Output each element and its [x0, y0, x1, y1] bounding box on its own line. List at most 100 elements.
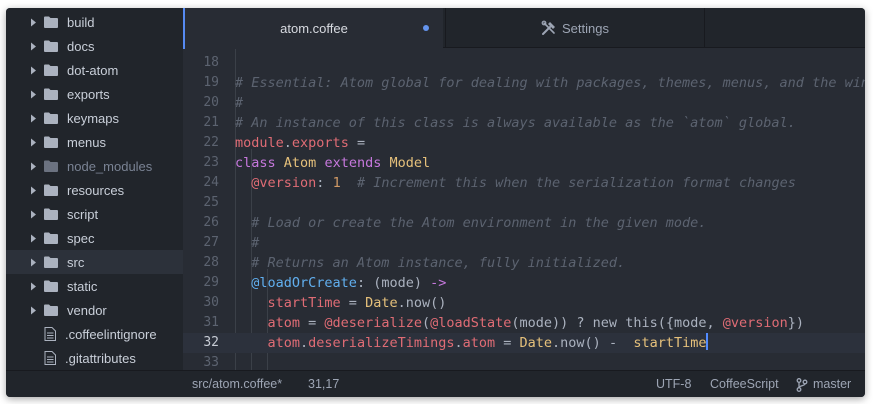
line-number[interactable]: 33 — [183, 353, 219, 370]
code-token: module — [235, 135, 284, 151]
tab-atom-coffee[interactable]: atom.coffee — [183, 8, 443, 49]
tree-item-keymaps[interactable]: keymaps — [6, 106, 183, 130]
code-token: . — [300, 335, 309, 351]
line-number[interactable]: 28 — [183, 253, 219, 273]
code-line[interactable]: 20 # — [183, 93, 865, 113]
git-branch[interactable]: master — [796, 371, 851, 397]
code-token: = — [348, 135, 366, 151]
code-token: # Essential: Atom global for dealing wit… — [235, 75, 865, 91]
line-code: startTime = Date.now() — [235, 293, 447, 313]
code-token: 1 — [332, 175, 341, 191]
tree-item-coffeelintignore[interactable]: .coffeelintignore — [6, 322, 183, 346]
code-line[interactable]: 21 # An instance of this class is always … — [183, 113, 865, 133]
tree-item-dot-atom[interactable]: dot-atom — [6, 58, 183, 82]
line-number[interactable]: 19 — [183, 73, 219, 93]
code-line[interactable]: 31 atom = @deserialize(@loadState(mode))… — [183, 313, 865, 333]
line-number[interactable]: 20 — [183, 93, 219, 113]
tree-item-src[interactable]: src — [6, 250, 183, 274]
code-line[interactable]: 30 startTime = Date.now() — [183, 293, 865, 313]
line-code: # — [235, 93, 243, 113]
code-line[interactable]: 28 # Returns an Atom instance, fully ini… — [183, 253, 865, 273]
tools-icon — [541, 20, 557, 36]
chevron-right-icon — [28, 306, 38, 315]
code-token: class — [235, 155, 276, 171]
cursor-position[interactable]: 31,17 — [308, 371, 339, 397]
chevron-right-icon — [28, 90, 38, 99]
code-line[interactable]: 19 # Essential: Atom global for dealing w… — [183, 73, 865, 93]
code-line[interactable]: 23 class Atom extends Model — [183, 153, 865, 173]
code-token: @loadState — [430, 315, 512, 331]
chevron-right-icon — [28, 258, 38, 267]
code-line[interactable]: 29 @loadOrCreate: (mode) -> — [183, 273, 865, 293]
code-token: # Returns an Atom instance, fully initia… — [251, 255, 626, 271]
code-token: .now() — [397, 295, 447, 311]
tree-item-label: menus — [67, 134, 107, 150]
code-line[interactable]: 18 — [183, 53, 865, 73]
code-token: extends — [324, 155, 382, 171]
tree-item-label: resources — [67, 182, 125, 198]
line-number[interactable]: 29 — [183, 273, 219, 293]
folder-icon — [44, 160, 58, 172]
tree-item-label: dot-atom — [67, 62, 119, 78]
line-number[interactable]: 27 — [183, 233, 219, 253]
code-token: (mode)) ? — [511, 315, 593, 331]
tree-view: build docs dot-atom exports keymaps menus node… — [6, 8, 183, 370]
line-number[interactable]: 24 — [183, 173, 219, 193]
line-code: module.exports = — [235, 133, 365, 153]
line-number[interactable]: 31 — [183, 313, 219, 333]
tree-item-gitattributes[interactable]: .gitattributes — [6, 346, 183, 370]
tree-item-static[interactable]: static — [6, 274, 183, 298]
code-line[interactable]: 25 — [183, 193, 865, 213]
tree-item-node-modules[interactable]: node_modules — [6, 154, 183, 178]
file-text-icon — [44, 327, 56, 341]
code-line[interactable]: 32 atom.deserializeTimings.atom = Date.n… — [183, 333, 865, 353]
encoding-selector[interactable]: UTF-8 — [656, 371, 691, 397]
tree-item-spec[interactable]: spec — [6, 226, 183, 250]
line-number[interactable]: 18 — [183, 53, 219, 73]
line-number[interactable]: 23 — [183, 153, 219, 173]
folder-icon — [44, 184, 58, 196]
line-code: # Returns an Atom instance, fully initia… — [235, 253, 625, 273]
file-path[interactable]: src/atom.coffee* — [192, 371, 282, 397]
tab-title: Settings — [562, 20, 609, 36]
tree-item-script[interactable]: script — [6, 202, 183, 226]
code-token: ( — [421, 315, 431, 331]
code-line[interactable]: 27 # — [183, 233, 865, 253]
tab-bar: atom.coffee Settings — [183, 8, 865, 49]
tree-item-vendor[interactable]: vendor — [6, 298, 183, 322]
folder-icon — [44, 256, 58, 268]
tree-item-resources[interactable]: resources — [6, 178, 183, 202]
atom-window: build docs dot-atom exports keymaps menus node… — [6, 8, 865, 397]
code-line[interactable]: 26 # Load or create the Atom environment… — [183, 213, 865, 233]
line-code: @version: 1 # Increment this when the se… — [235, 173, 796, 193]
tree-item-exports[interactable]: exports — [6, 82, 183, 106]
code-line[interactable]: 33 — [183, 353, 865, 370]
code-token: this — [625, 315, 658, 331]
chevron-right-icon — [28, 42, 38, 51]
code-token: deserializeTimings — [308, 335, 455, 351]
folder-icon — [44, 16, 58, 28]
code-line[interactable]: 22 module.exports = — [183, 133, 865, 153]
tree-item-label: vendor — [67, 302, 107, 318]
line-number[interactable]: 22 — [183, 133, 219, 153]
tab-settings[interactable]: Settings — [445, 8, 705, 48]
code-line[interactable]: 24 @version: 1 # Increment this when the… — [183, 173, 865, 193]
tree-item-docs[interactable]: docs — [6, 34, 183, 58]
line-number[interactable]: 32 — [183, 333, 219, 353]
tree-item-menus[interactable]: menus — [6, 130, 183, 154]
code-token: = — [495, 335, 520, 351]
chevron-right-icon — [28, 138, 38, 147]
code-token: # — [235, 95, 244, 111]
tree-item-build[interactable]: build — [6, 10, 183, 34]
line-number[interactable]: 26 — [183, 213, 219, 233]
tree-item-label: build — [67, 14, 95, 30]
grammar-selector[interactable]: CoffeeScript — [710, 371, 779, 397]
line-number[interactable]: 21 — [183, 113, 219, 133]
line-number[interactable]: 25 — [183, 193, 219, 213]
line-number[interactable]: 30 — [183, 293, 219, 313]
code-editor[interactable]: 18 19 # Essential: Atom global for dealing… — [183, 49, 865, 370]
code-token: new — [592, 315, 618, 331]
